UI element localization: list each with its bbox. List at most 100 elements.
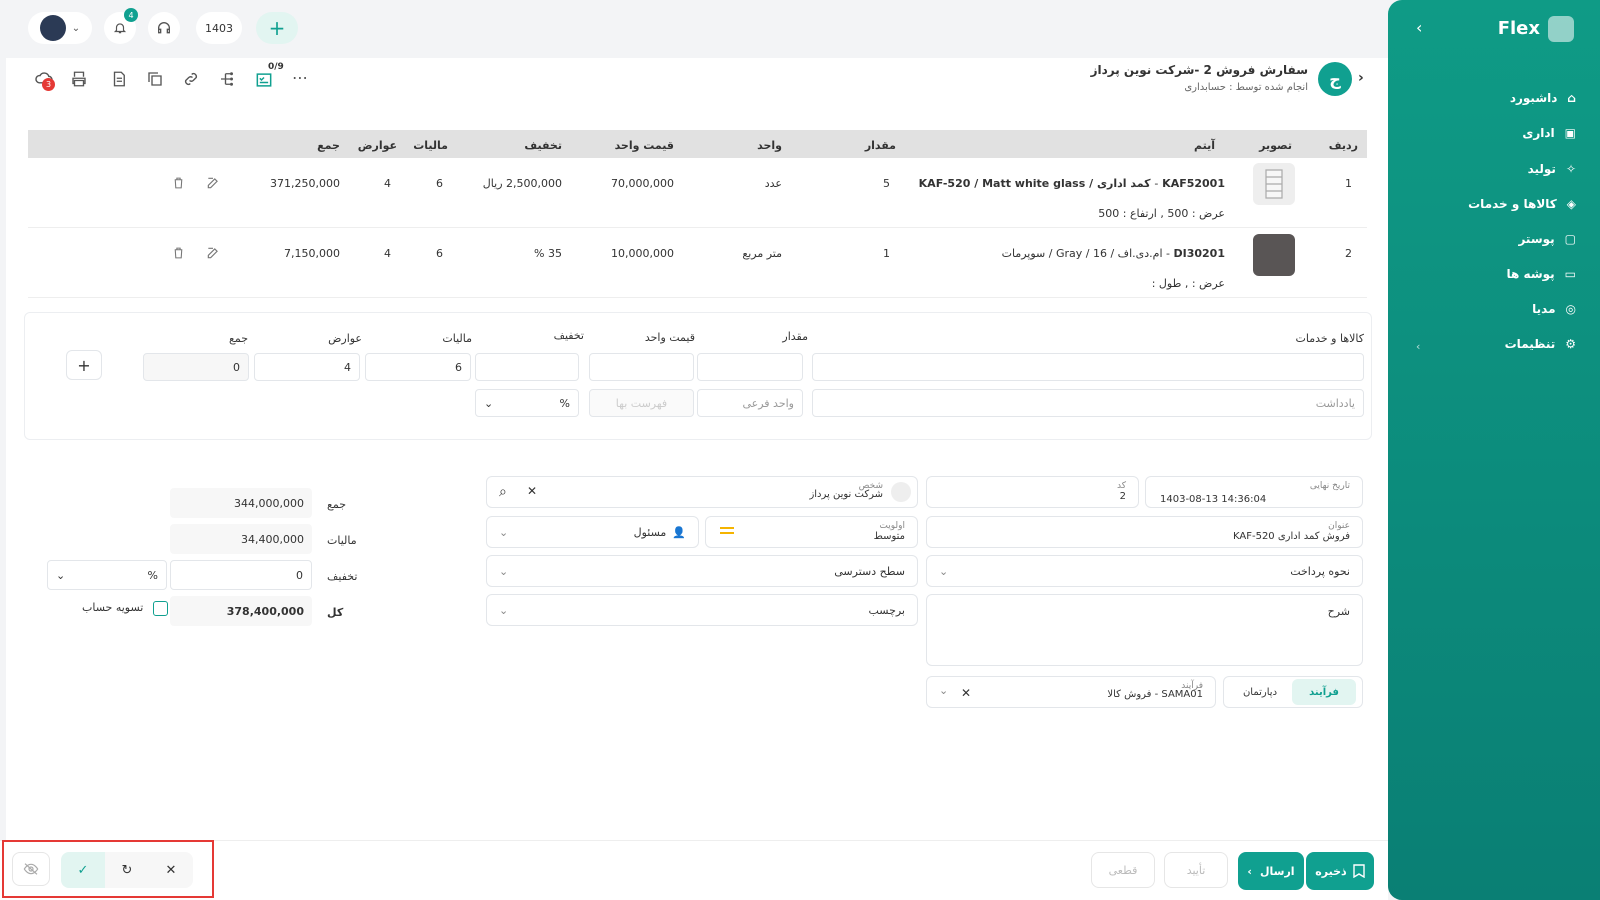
final-date-field[interactable]: تاریخ نهایی 1403-08-13 14:36:04 [1145, 476, 1363, 508]
sidebar-item-settings[interactable]: ⚙ تنظیمات [1505, 337, 1576, 351]
total-input: 0 [143, 353, 249, 381]
note-input[interactable]: یادداشت [812, 389, 1364, 417]
back-chevron-icon[interactable]: › [1358, 70, 1364, 86]
goods-label: کالاها و خدمات [1295, 332, 1365, 345]
item-name: DI30201 - ام.دی.اف / 16 / Gray / سوپرمات [1001, 247, 1225, 260]
page-title: سفارش فروش 2 -شرکت نوین پرداز [1090, 63, 1308, 77]
add-button[interactable]: + [256, 12, 298, 44]
responsible-field[interactable]: 👤 مسئول ⌄ [486, 516, 699, 548]
delete-icon[interactable] [172, 176, 185, 193]
unit-price-input[interactable] [589, 353, 694, 381]
chevron-down-icon: ⌄ [71, 22, 81, 34]
sidebar-item-dashboard[interactable]: ⌂ داشبورد [1510, 91, 1576, 105]
col-row: ردیف [1328, 139, 1358, 152]
close-icon: ✕ [165, 862, 177, 878]
sidebar-item-production[interactable]: ✧ تولید [1528, 162, 1576, 176]
goods-input[interactable] [812, 353, 1364, 381]
payment-method-select[interactable]: نحوه پرداخت ⌄ [926, 555, 1363, 587]
more-icon[interactable]: ⋯ [292, 68, 309, 87]
reject-button[interactable]: ✕ [149, 852, 193, 888]
workflow-icon[interactable] [218, 70, 236, 91]
code-field[interactable]: کد 2 [926, 476, 1139, 508]
summary-sum-label: جمع [327, 498, 347, 511]
approve-button[interactable]: ✓ [61, 852, 105, 888]
bell-icon [113, 23, 127, 34]
tab-department[interactable]: دپارتمان [1232, 679, 1288, 705]
unit: متر مربع [742, 247, 782, 260]
collapse-sidebar-icon[interactable]: ‹ [1416, 18, 1422, 37]
qty: 5 [883, 177, 890, 190]
subunit-input[interactable]: واحد فرعی [697, 389, 803, 417]
sidebar-item-office[interactable]: ▣ اداری [1522, 126, 1576, 140]
edit-icon[interactable] [206, 246, 220, 263]
process-field[interactable]: فرآیند SAMA01 - فروش کالا ✕ ⌄ [926, 676, 1216, 708]
document-icon[interactable] [110, 70, 128, 91]
tax-input[interactable]: 6 [365, 353, 471, 381]
summary-sum-value: 344,000,000 [170, 488, 312, 518]
chevron-down-icon[interactable]: ⌄ [939, 684, 948, 697]
clear-icon[interactable]: ✕ [527, 484, 537, 498]
tag-select[interactable]: برچسب ⌄ [486, 594, 918, 626]
checklist-count: 0/9 [268, 62, 284, 72]
sidebar-item-folders[interactable]: ▭ پوشه ها [1507, 267, 1576, 281]
duty-label: عوارض [328, 332, 362, 345]
tab-process[interactable]: فرآیند [1292, 679, 1356, 705]
person-field[interactable]: شخص شرکت نوین پرداز ⌕ ✕ [486, 476, 918, 508]
sidebar-item-goods[interactable]: ◈ کالاها و خدمات [1468, 197, 1576, 211]
year-selector[interactable]: 1403 [196, 12, 242, 44]
delete-icon[interactable] [172, 246, 185, 263]
search-icon[interactable]: ⌕ [499, 484, 507, 500]
send-button[interactable]: ‹ ارسال [1238, 852, 1304, 890]
pricelist-input[interactable]: فهرست بها [589, 389, 694, 417]
duty: 4 [384, 177, 391, 190]
summary-discount-input[interactable]: 0 [170, 560, 312, 590]
duty: 4 [384, 247, 391, 260]
add-row-button[interactable]: + [66, 350, 102, 380]
summary-discount-type-select[interactable]: ⌄% [47, 560, 167, 590]
col-duty: عوارض [357, 139, 397, 152]
discount: 35 % [534, 247, 562, 260]
qty-input[interactable] [697, 353, 803, 381]
item-thumbnail [1253, 234, 1295, 276]
sidebar-item-media[interactable]: ◎ مدیا [1532, 302, 1576, 316]
print-icon[interactable] [70, 70, 88, 91]
discount-input[interactable] [475, 353, 579, 381]
redo-button[interactable]: ↻ [105, 852, 149, 888]
discount-type-select[interactable]: ⌄ % [475, 389, 579, 417]
settle-checkbox[interactable] [153, 601, 168, 616]
sidebar-item-poster[interactable]: ▢ پوستر [1518, 232, 1576, 246]
description-field[interactable]: شرح [926, 594, 1363, 666]
qty: 1 [883, 247, 890, 260]
factory-icon: ✧ [1565, 162, 1576, 176]
access-level-select[interactable]: سطح دسترسی ⌄ [486, 555, 918, 587]
col-price: قیمت واحد [614, 139, 674, 152]
sidebar: ‹ Flex ⌂ داشبورد ▣ اداری ✧ تولید ◈ کالاها و … [1388, 0, 1600, 900]
person-avatar [891, 482, 911, 502]
final-button[interactable]: قطعی [1091, 852, 1155, 888]
col-unit: واحد [757, 139, 782, 152]
cloud-icon[interactable]: 3 [34, 70, 56, 91]
chevron-left-icon[interactable]: ‹ [1416, 340, 1420, 353]
box-icon: ◈ [1566, 197, 1576, 211]
duty-input[interactable]: 4 [254, 353, 360, 381]
summary-tax-label: مالیات [327, 534, 357, 547]
checklist-icon[interactable]: 0/9 [254, 62, 284, 93]
notification-button[interactable]: 4 [104, 8, 138, 44]
edit-icon[interactable] [206, 176, 220, 193]
brand-logo [1548, 16, 1574, 42]
summary-total-label: کل [327, 606, 344, 619]
chevron-down-icon: ⌄ [484, 396, 494, 410]
redo-icon: ↻ [121, 862, 133, 878]
clear-icon[interactable]: ✕ [961, 686, 971, 700]
user-menu[interactable]: ⌄ [28, 12, 92, 44]
copy-icon[interactable] [146, 70, 164, 91]
title-field[interactable]: عنوان فروش کمد اداری KAF-520 [926, 516, 1363, 548]
priority-field[interactable]: اولویت متوسط [705, 516, 918, 548]
link-icon[interactable] [182, 70, 200, 91]
folder-icon: ▭ [1564, 267, 1576, 281]
support-button[interactable] [148, 12, 180, 44]
confirm-button[interactable]: تأیید [1164, 852, 1228, 888]
save-button[interactable]: ذخیره [1306, 852, 1374, 890]
hide-button[interactable] [12, 852, 50, 886]
chevron-down-icon: ⌄ [499, 564, 509, 578]
